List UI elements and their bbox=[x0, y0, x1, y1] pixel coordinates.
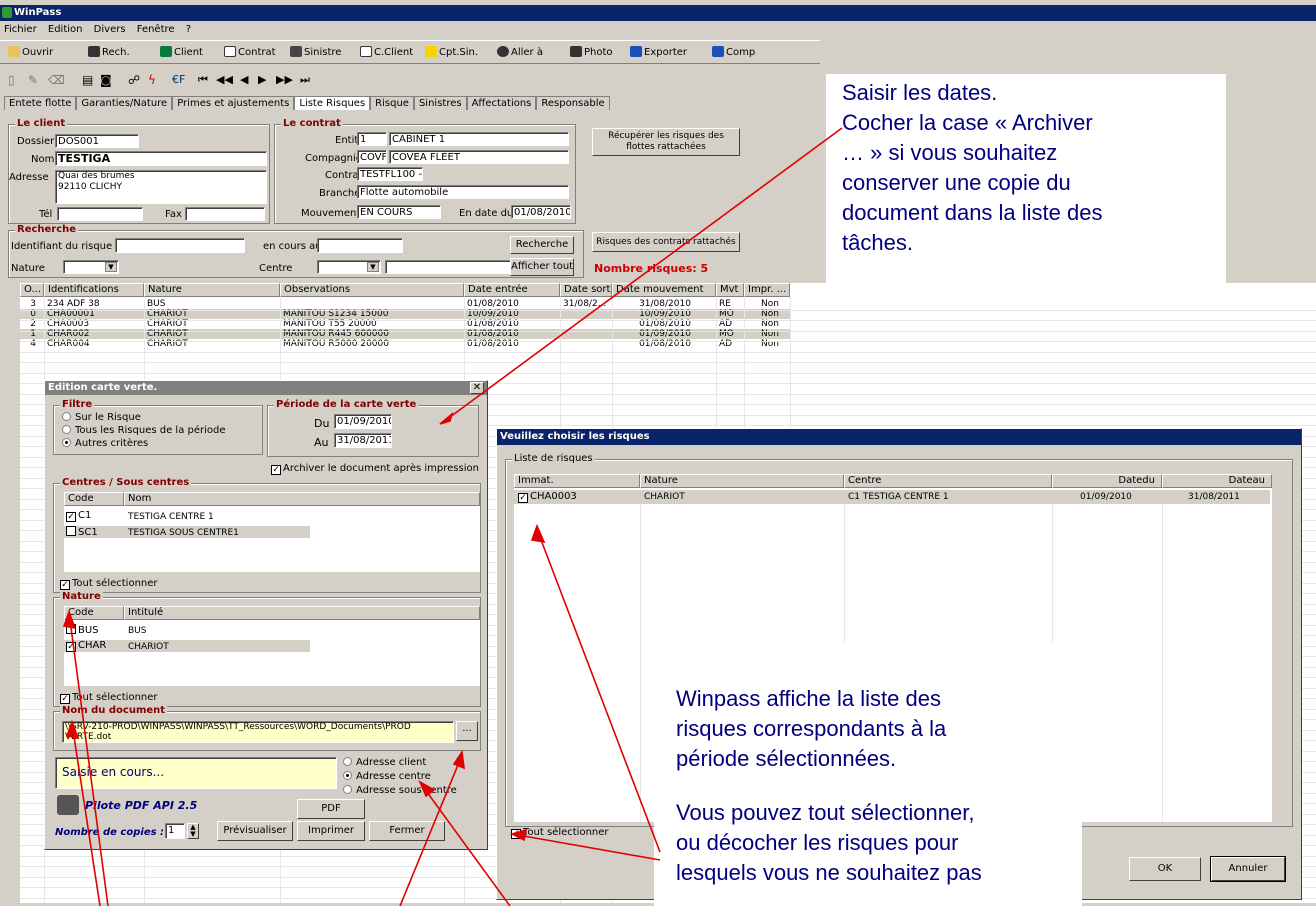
arrow-to-centres bbox=[69, 619, 109, 906]
arrow-to-dates bbox=[445, 127, 843, 421]
arrow-to-tout bbox=[517, 834, 661, 861]
arrow-to-risk-row bbox=[537, 531, 661, 853]
annotation-arrows bbox=[62, 127, 843, 906]
arrow-to-adresse bbox=[423, 787, 511, 906]
winpass-window: WinPass Fichier Edition Divers Fenêtre ?… bbox=[0, 0, 1316, 906]
arrow-to-browse bbox=[399, 759, 461, 906]
